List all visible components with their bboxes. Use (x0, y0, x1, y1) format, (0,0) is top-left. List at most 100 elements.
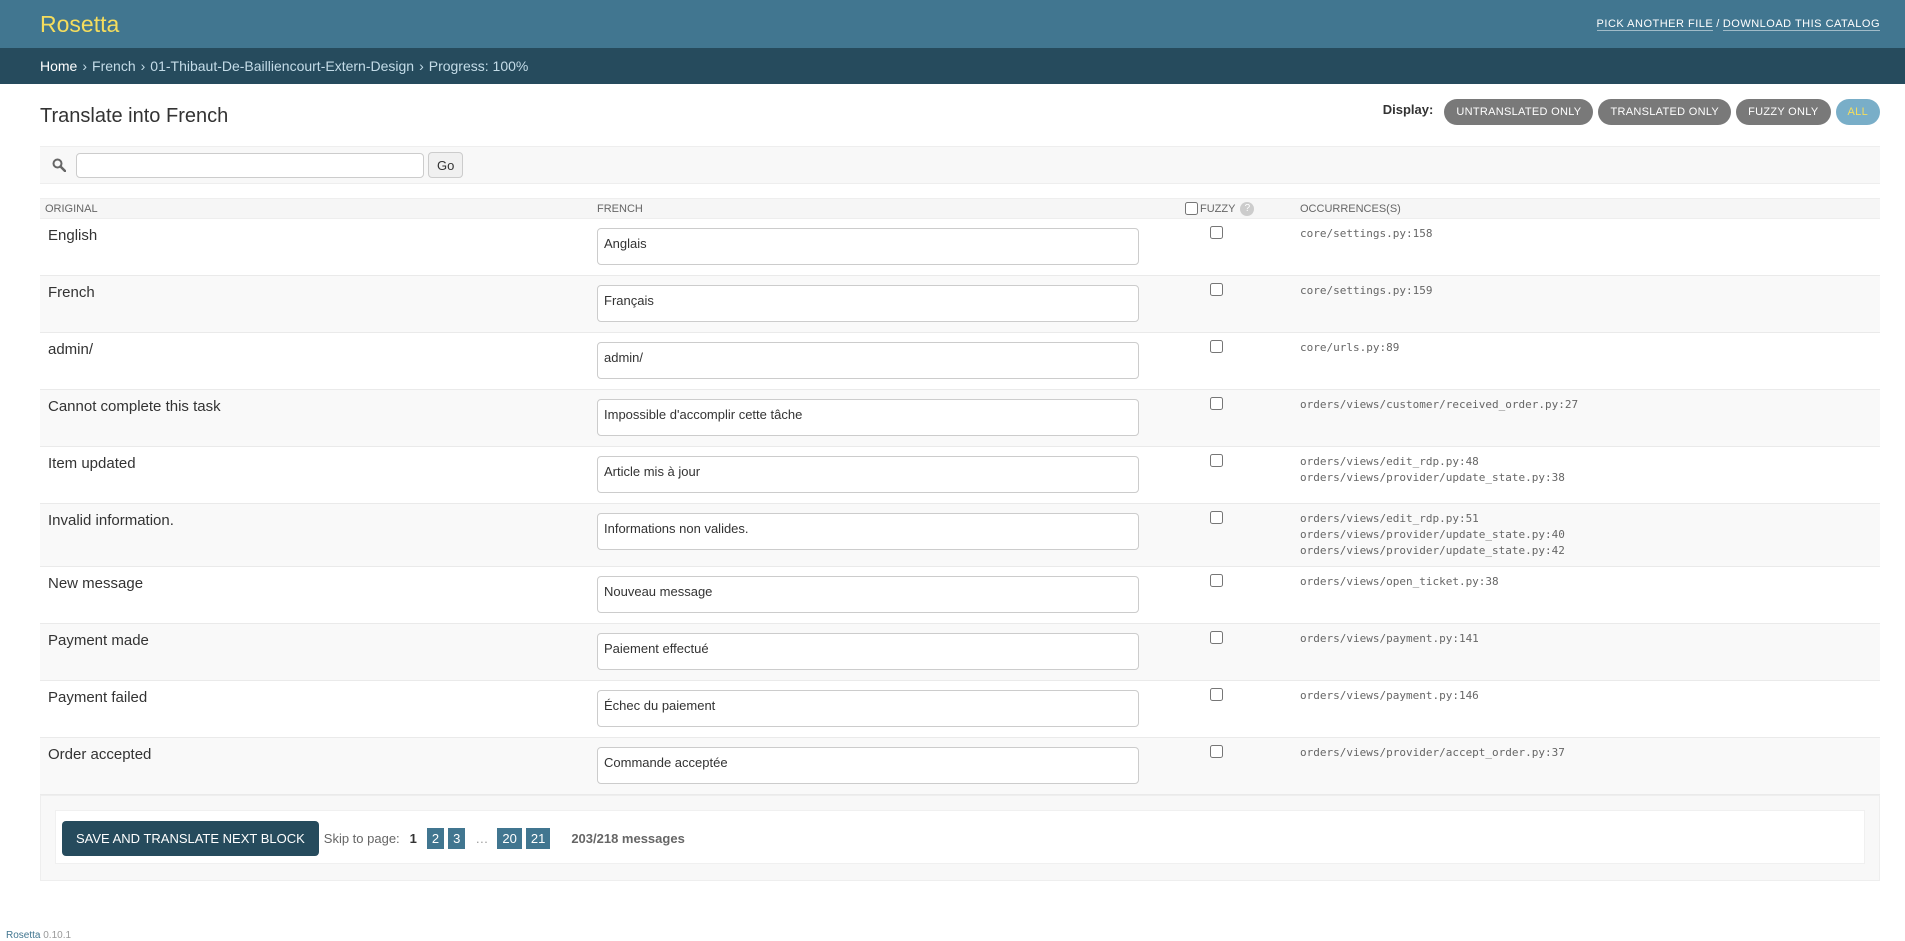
original-text: French (40, 275, 592, 333)
original-text: Invalid information. (40, 503, 592, 567)
breadcrumb-separator: › (82, 58, 88, 74)
search-icon (48, 154, 70, 176)
table-row: admin/core/urls.py:89 (40, 332, 1880, 390)
footer-brand[interactable]: Rosetta (6, 930, 40, 941)
occurrence-ref: orders/views/provider/update_state.py:40 (1300, 528, 1565, 541)
table-body: English core/settings.py:158 French core/se… (40, 218, 1880, 795)
main-content: Translate into French Display: UNTRANSLA… (40, 84, 1880, 881)
fuzzy-cell (1180, 737, 1295, 795)
header-occurrences: OCCURRENCES(S) (1295, 198, 1880, 219)
header-translation[interactable]: FRENCH (592, 198, 1180, 219)
occurrence-ref: orders/views/edit_rdp.py:51 (1300, 512, 1479, 525)
translation-field[interactable] (597, 633, 1139, 670)
translation-field[interactable] (597, 456, 1139, 493)
translation-field[interactable] (597, 576, 1139, 613)
translation-cell (592, 275, 1180, 333)
fuzzy-all-checkbox[interactable] (1185, 202, 1198, 215)
translation-cell (592, 503, 1180, 567)
occurrences-cell: orders/views/payment.py:141 (1295, 623, 1880, 681)
fuzzy-checkbox[interactable] (1210, 226, 1223, 239)
translation-cell (592, 446, 1180, 504)
occurrence-ref: orders/views/customer/received_order.py:… (1300, 398, 1579, 411)
table-row: Invalid information. orders/views/edit_rd… (40, 503, 1880, 567)
breadcrumb-separator: › (419, 58, 424, 74)
page-link-20[interactable]: 20 (497, 827, 522, 849)
occurrences-cell: orders/views/open_ticket.py:38 (1295, 566, 1880, 624)
occurrence-ref: orders/views/provider/update_state.py:42 (1300, 544, 1565, 557)
search-input[interactable] (76, 152, 424, 178)
go-button[interactable]: Go (428, 152, 464, 178)
table-row: Cannot complete this task orders/views/cu… (40, 389, 1880, 447)
translation-field[interactable] (597, 513, 1139, 550)
fuzzy-cell (1180, 623, 1295, 681)
title-row: Translate into French Display: UNTRANSLA… (40, 99, 1880, 128)
help-icon[interactable]: ? (1240, 201, 1255, 216)
occurrences-cell: orders/views/payment.py:146 (1295, 680, 1880, 738)
fuzzy-cell (1180, 218, 1295, 276)
fuzzy-cell (1180, 275, 1295, 333)
translation-cell (592, 389, 1180, 447)
fuzzy-checkbox[interactable] (1210, 397, 1223, 410)
page-link-2[interactable]: 2 (426, 827, 445, 849)
fuzzy-checkbox[interactable] (1210, 454, 1223, 467)
original-text: New message (40, 566, 592, 624)
fuzzy-checkbox[interactable] (1210, 340, 1223, 353)
header-fuzzy: FUZZY ? (1180, 198, 1295, 219)
breadcrumb-progress: Progress: 100% (428, 58, 529, 74)
translations-table: ORIGINAL FRENCH FUZZY ? OCCURRENCES(S) E… (40, 198, 1880, 795)
table-header-row: ORIGINAL FRENCH FUZZY ? OCCURRENCES(S) (40, 198, 1880, 219)
fuzzy-cell (1180, 446, 1295, 504)
fuzzy-checkbox[interactable] (1210, 745, 1223, 758)
original-text: Order accepted (40, 737, 592, 795)
occurrence-ref: orders/views/edit_rdp.py:48 (1300, 455, 1479, 468)
fuzzy-checkbox[interactable] (1210, 631, 1223, 644)
save-and-translate-button[interactable]: SAVE AND TRANSLATE NEXT BLOCK (62, 820, 319, 856)
translation-cell (592, 218, 1180, 276)
translation-field[interactable] (597, 690, 1139, 727)
occurrences-cell: core/settings.py:159 (1295, 275, 1880, 333)
translation-field[interactable] (597, 342, 1139, 379)
pagination-ellipsis: … (475, 830, 489, 846)
display-filter: Display: UNTRANSLATED ONLY TRANSLATED ON… (1383, 99, 1880, 125)
occurrence-ref: orders/views/open_ticket.py:38 (1300, 575, 1499, 588)
filter-untranslated-button[interactable]: UNTRANSLATED ONLY (1444, 99, 1594, 125)
search-bar: Go (40, 146, 1880, 184)
download-catalog-link[interactable]: DOWNLOAD THIS CATALOG (1722, 18, 1880, 31)
translation-cell (592, 566, 1180, 624)
breadcrumb-catalog[interactable]: 01-Thibaut-De-Bailliencourt-Extern-Desig… (150, 58, 414, 74)
occurrence-ref: orders/views/provider/accept_order.py:37 (1300, 746, 1565, 759)
translation-field[interactable] (597, 399, 1139, 436)
original-text: admin/ (40, 332, 592, 390)
fuzzy-checkbox[interactable] (1210, 511, 1223, 524)
occurrence-ref: orders/views/payment.py:141 (1300, 632, 1479, 645)
page-title: Translate into French (40, 105, 229, 127)
translation-field[interactable] (597, 228, 1139, 265)
pick-another-file-link[interactable]: PICK ANOTHER FILE (1596, 18, 1714, 31)
occurrence-ref: orders/views/provider/update_state.py:38 (1300, 471, 1565, 484)
filter-fuzzy-button[interactable]: FUZZY ONLY (1736, 99, 1831, 125)
app-title[interactable]: Rosetta (40, 11, 119, 38)
submit-bar: SAVE AND TRANSLATE NEXT BLOCK Skip to pa… (55, 810, 1865, 864)
translation-field[interactable] (597, 747, 1139, 784)
translation-field[interactable] (597, 285, 1139, 322)
page-link-21[interactable]: 21 (525, 827, 551, 849)
table-row: Payment made orders/views/payment.py:141 (40, 623, 1880, 681)
table-row: French core/settings.py:159 (40, 275, 1880, 333)
fuzzy-cell (1180, 332, 1295, 390)
translation-cell (592, 737, 1180, 795)
header-fuzzy-label: FUZZY (1200, 202, 1236, 215)
user-tools: PICK ANOTHER FILE / DOWNLOAD THIS CATALOG (1596, 18, 1880, 31)
breadcrumb-language[interactable]: French (92, 58, 136, 74)
fuzzy-checkbox[interactable] (1210, 283, 1223, 296)
filter-translated-button[interactable]: TRANSLATED ONLY (1598, 99, 1732, 125)
header-original[interactable]: ORIGINAL (40, 198, 592, 219)
occurrences-cell: orders/views/provider/accept_order.py:37 (1295, 737, 1880, 795)
table-row: New message orders/views/open_ticket.py:3… (40, 566, 1880, 624)
breadcrumb-separator: › (140, 58, 146, 74)
occurrence-ref: core/settings.py:159 (1300, 284, 1433, 297)
page-link-3[interactable]: 3 (448, 827, 466, 849)
filter-all-button[interactable]: ALL (1835, 99, 1880, 125)
fuzzy-checkbox[interactable] (1210, 574, 1223, 587)
fuzzy-checkbox[interactable] (1210, 688, 1223, 701)
breadcrumb-home[interactable]: Home (40, 58, 77, 74)
